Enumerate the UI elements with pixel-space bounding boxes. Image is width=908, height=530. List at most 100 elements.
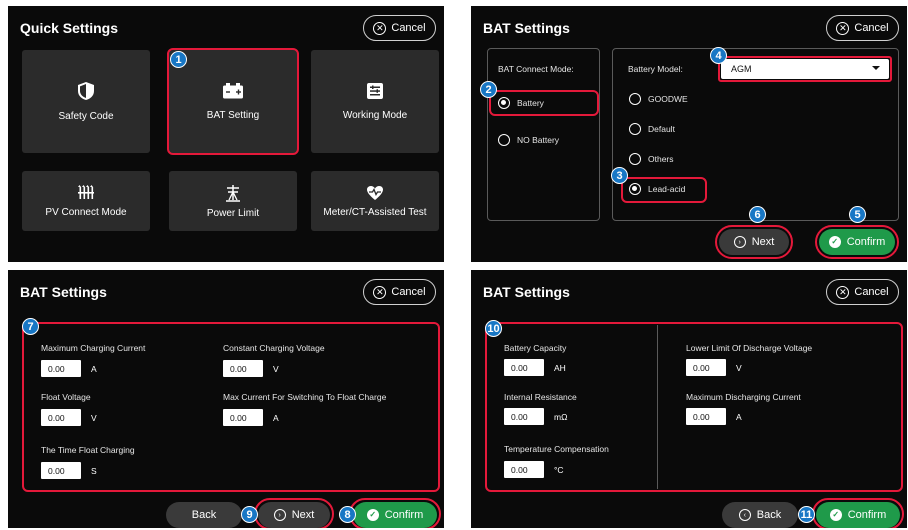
column-divider (657, 325, 658, 489)
step-badge: 8 (339, 506, 356, 523)
unit-label: AH (554, 362, 566, 373)
tile-label: Power Limit (206, 207, 260, 219)
radio-default[interactable]: Default (629, 123, 675, 135)
highlight-lead-acid (621, 177, 707, 203)
back-label: Back (191, 509, 217, 521)
temperature-compensation-input[interactable]: 0.00 (504, 461, 544, 478)
radio-unselected-icon (629, 153, 641, 165)
float-switch-current-input[interactable]: 0.00 (223, 409, 263, 426)
connect-mode-label: BAT Connect Mode: (498, 64, 574, 74)
highlight-next (715, 225, 793, 259)
radio-unselected-icon (629, 93, 641, 105)
unit-label: °C (554, 464, 564, 475)
step-badge: 2 (480, 81, 497, 98)
max-discharging-current-field: 0.00 A (686, 408, 742, 425)
tile-safety-code[interactable]: Safety Code (22, 50, 150, 153)
bat-settings-discharge-panel: BAT Settings ✕ Cancel 10 Battery Capacit… (471, 270, 907, 528)
battery-capacity-input[interactable]: 0.00 (504, 359, 544, 376)
unit-label: mΩ (554, 411, 568, 422)
field-label: Float Voltage (41, 392, 91, 402)
cancel-button[interactable]: ✕ Cancel (826, 279, 899, 305)
tile-label: Working Mode (342, 110, 408, 121)
cancel-button[interactable]: ✕ Cancel (363, 15, 436, 41)
unit-label: V (91, 412, 97, 423)
cancel-label: Cancel (391, 22, 426, 34)
max-discharging-current-input[interactable]: 0.00 (686, 408, 726, 425)
bat-settings-mode-panel: BAT Settings ✕ Cancel BAT Connect Mode: … (471, 6, 907, 262)
tile-label: Safety Code (58, 111, 114, 122)
close-icon: ✕ (836, 285, 850, 299)
cancel-button[interactable]: ✕ Cancel (826, 15, 899, 41)
radio-label: NO Battery (517, 135, 560, 145)
field-label: Temperature Compensation (504, 444, 609, 454)
chevron-left-icon: ‹ (738, 509, 751, 521)
back-button[interactable]: ‹ Back (722, 502, 798, 528)
field-label: Maximum Charging Current (41, 343, 146, 353)
highlight-confirm (349, 498, 441, 528)
cancel-label: Cancel (854, 286, 889, 298)
tile-power-limit[interactable]: Power Limit (169, 171, 297, 231)
step-badge: 9 (241, 506, 258, 523)
step-badge: 1 (170, 51, 187, 68)
battery-capacity-field: 0.00 AH (504, 359, 566, 376)
unit-label: S (91, 465, 97, 476)
unit-label: V (736, 362, 742, 373)
page-title: BAT Settings (483, 284, 570, 300)
discharge-voltage-limit-input[interactable]: 0.00 (686, 359, 726, 376)
radio-no-battery[interactable]: NO Battery (498, 134, 559, 146)
cancel-label: Cancel (854, 22, 889, 34)
battery-model-label: Battery Model: (628, 64, 683, 74)
float-switch-current-field: 0.00 A (223, 409, 279, 426)
tile-pv-connect-mode[interactable]: PV Connect Mode (22, 171, 150, 231)
field-label: Constant Charging Voltage (223, 343, 325, 353)
close-icon: ✕ (373, 21, 387, 35)
tile-working-mode[interactable]: Working Mode (311, 50, 439, 153)
radio-unselected-icon (629, 123, 641, 135)
page-title: Quick Settings (20, 20, 119, 36)
unit-label: A (91, 363, 97, 374)
step-badge: 4 (710, 47, 727, 64)
float-voltage-input[interactable]: 0.00 (41, 409, 81, 426)
tile-label: PV Connect Mode (45, 206, 127, 218)
cancel-button[interactable]: ✕ Cancel (363, 279, 436, 305)
cancel-label: Cancel (391, 286, 426, 298)
temperature-compensation-field: 0.00 °C (504, 461, 564, 478)
tile-label: Meter/CT-Assisted Test (323, 206, 427, 218)
highlight-battery-option (489, 90, 599, 116)
tile-meter-ct-test[interactable]: Meter/CT-Assisted Test (311, 171, 439, 231)
max-charging-current-field: 0.00 A (41, 360, 97, 377)
step-badge: 11 (798, 506, 815, 523)
field-label: Internal Resistance (504, 392, 577, 402)
field-label: Max Current For Switching To Float Charg… (223, 392, 387, 402)
float-charging-time-input[interactable]: 0.00 (41, 462, 81, 479)
internal-resistance-field: 0.00 mΩ (504, 408, 567, 425)
step-badge: 10 (485, 320, 502, 337)
step-badge: 6 (749, 206, 766, 223)
max-charging-current-input[interactable]: 0.00 (41, 360, 81, 377)
page-title: BAT Settings (483, 20, 570, 36)
constant-charging-voltage-input[interactable]: 0.00 (223, 360, 263, 377)
internal-resistance-input[interactable]: 0.00 (504, 408, 544, 425)
highlight-next (254, 498, 334, 528)
radio-label: GOODWE (648, 94, 688, 104)
pv-connect-icon (78, 184, 94, 199)
radio-label: Others (648, 154, 674, 164)
field-label: Maximum Discharging Current (686, 392, 801, 402)
back-label: Back (756, 509, 782, 521)
radio-label: Default (648, 124, 675, 134)
constant-charging-voltage-field: 0.00 V (223, 360, 279, 377)
close-icon: ✕ (373, 285, 387, 299)
float-charging-time-field: 0.00 S (41, 462, 97, 479)
highlight-bat-setting (167, 48, 299, 155)
field-label: Lower Limit Of Discharge Voltage (686, 343, 813, 353)
field-label: The Time Float Charging (41, 445, 135, 455)
radio-unselected-icon (498, 134, 510, 146)
radio-others[interactable]: Others (629, 153, 674, 165)
back-button[interactable]: Back (166, 502, 242, 528)
page-title: BAT Settings (20, 284, 107, 300)
radio-goodwe[interactable]: GOODWE (629, 93, 688, 105)
highlight-model-select (718, 56, 892, 82)
discharge-voltage-limit-field: 0.00 V (686, 359, 742, 376)
unit-label: A (273, 412, 279, 423)
step-badge: 7 (22, 318, 39, 335)
